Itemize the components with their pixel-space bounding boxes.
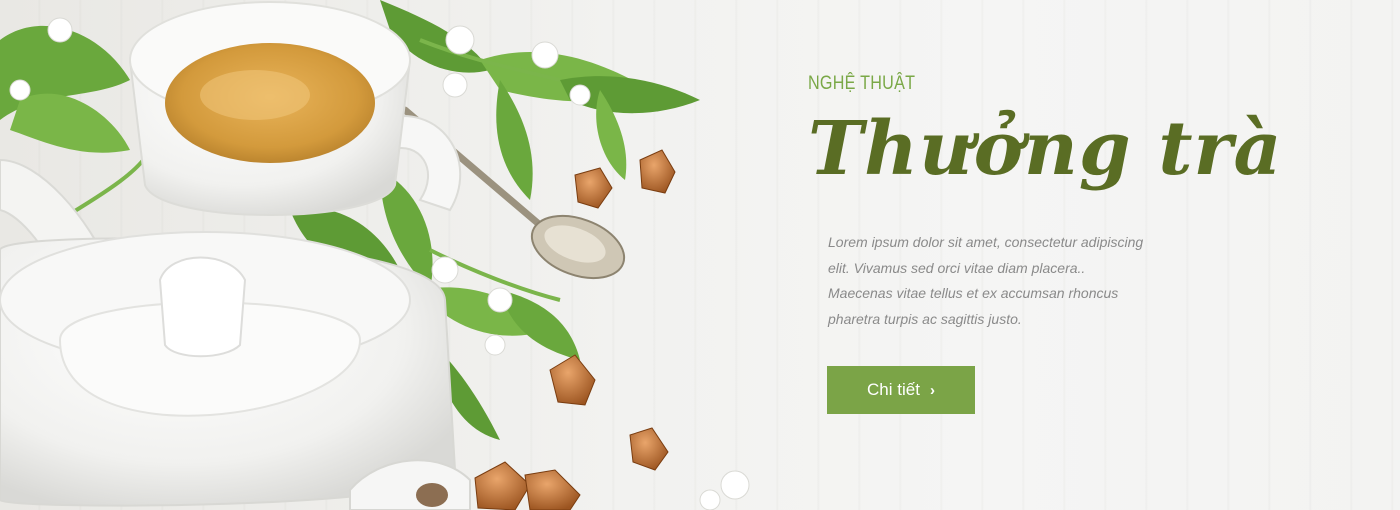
tea-set-illustration (0, 0, 750, 510)
hero-eyebrow: NGHỆ THUẬT (808, 73, 916, 94)
hero-banner: NGHỆ THUẬT Thưởng trà Lorem ipsum dolor … (0, 0, 1400, 510)
chevron-right-icon: › (929, 381, 935, 399)
details-button-label: Chi tiết (867, 380, 920, 399)
hero-description: Lorem ipsum dolor sit amet, consectetur … (828, 234, 1144, 327)
hero-headline: Thưởng trà (808, 106, 1283, 192)
details-button[interactable]: Chi tiết › (827, 366, 975, 414)
